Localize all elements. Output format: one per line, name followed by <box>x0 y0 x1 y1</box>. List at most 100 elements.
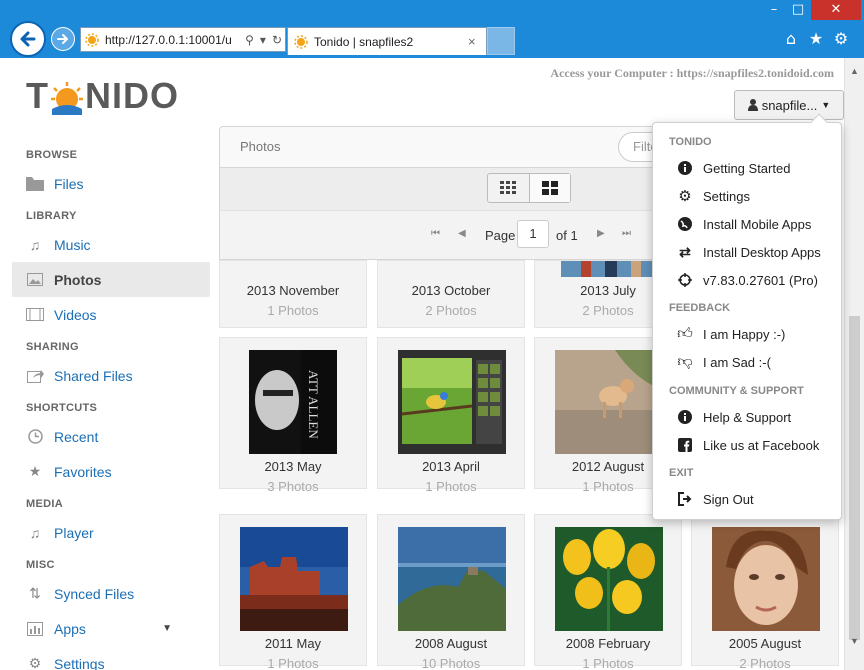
user-dropdown-menu: TONIDO Getting Started ⚙ Settings Instal… <box>652 113 842 520</box>
sidebar-item-apps[interactable]: Apps ▼ <box>12 611 210 646</box>
menu-item-happy[interactable]: 👍︎ I am Happy :-) <box>677 324 785 344</box>
menu-item-install-mobile[interactable]: Install Mobile Apps <box>677 214 811 234</box>
album-thumbnail <box>561 261 657 277</box>
page-scrollbar[interactable]: ▲ ▼ <box>844 58 864 670</box>
scroll-down-icon[interactable]: ▼ <box>850 636 859 646</box>
album-name: 2013 November <box>246 283 340 298</box>
menu-item-facebook[interactable]: Like us at Facebook <box>677 435 819 455</box>
menu-item-sad[interactable]: 👎︎ I am Sad :-( <box>677 352 771 372</box>
user-menu-button[interactable]: snapfile... ▼ <box>734 90 844 120</box>
close-window-button[interactable]: ✕ <box>811 0 861 20</box>
gear-icon: ⚙ <box>28 655 42 670</box>
sidebar-item-favorites[interactable]: ★ Favorites <box>12 454 210 489</box>
sidebar-item-shared-files[interactable]: Shared Files <box>12 358 210 393</box>
address-bar[interactable]: http://127.0.0.1:10001/u ⚲ ▾ ↻ <box>80 27 286 52</box>
album-tile[interactable]: 2008 August 10 Photos <box>377 514 525 670</box>
menu-section-community: COMMUNITY & SUPPORT <box>669 385 804 397</box>
page-number-input[interactable]: 1 <box>517 220 549 248</box>
view-mode-group <box>487 173 571 203</box>
album-tile[interactable]: 2013 October 2 Photos <box>377 260 525 328</box>
next-page-icon[interactable]: ▶ <box>597 228 605 239</box>
globe-icon <box>677 216 693 232</box>
back-button[interactable] <box>10 21 46 57</box>
album-count: 3 Photos <box>267 479 319 494</box>
album-thumbnail <box>398 350 506 454</box>
sidebar-item-label: Music <box>54 236 91 253</box>
first-page-icon[interactable]: ⏮ <box>431 228 440 239</box>
access-url-text: Access your Computer : https://snapfiles… <box>550 66 834 80</box>
sidebar-section-library: LIBRARY <box>26 210 77 222</box>
sidebar-item-label: Synced Files <box>54 585 135 602</box>
album-thumbnail: ATT ALLEN <box>249 350 337 454</box>
close-tab-icon[interactable]: × <box>468 34 486 49</box>
info-icon <box>677 160 693 176</box>
home-icon[interactable]: ⌂ <box>781 29 801 49</box>
tonido-logo: T NIDO <box>26 75 179 116</box>
menu-item-install-desktop[interactable]: ⇄ Install Desktop Apps <box>677 242 821 262</box>
browser-tab[interactable]: Tonido | snapfiles2 × <box>287 27 487 55</box>
album-name: 2008 August <box>414 636 488 651</box>
favorites-star-icon[interactable]: ★ <box>806 29 826 49</box>
album-count: 2 Photos <box>425 303 477 318</box>
scroll-up-icon[interactable]: ▲ <box>850 66 859 76</box>
album-tile[interactable]: 2013 November 1 Photos <box>219 260 367 328</box>
menu-item-sign-out[interactable]: Sign Out <box>677 489 754 509</box>
menu-item-getting-started[interactable]: Getting Started <box>677 158 790 178</box>
sidebar-item-player[interactable]: ♫ Player <box>12 515 210 550</box>
sidebar-item-music[interactable]: ♫ Music <box>12 227 210 262</box>
small-grid-view-button[interactable] <box>488 174 529 202</box>
last-page-icon[interactable]: ⏭ <box>622 228 631 239</box>
prev-page-icon[interactable]: ◀ <box>458 228 466 239</box>
menu-section-exit: EXIT <box>669 467 694 479</box>
gears-icon: ⚙ <box>678 188 692 205</box>
star-icon: ★ <box>28 463 42 479</box>
sidebar-item-synced-files[interactable]: ⇅ Synced Files <box>12 576 210 611</box>
menu-item-help[interactable]: Help & Support <box>677 407 791 427</box>
caret-down-icon: ▼ <box>821 100 831 110</box>
sidebar-item-label: Apps <box>54 620 86 637</box>
menu-item-settings[interactable]: ⚙ Settings <box>677 186 750 206</box>
menu-item-version[interactable]: v7.83.0.27601 (Pro) <box>677 270 818 290</box>
thumbs-down-icon: 👎︎ <box>677 353 693 370</box>
sidebar-item-label: Favorites <box>54 463 112 480</box>
album-count: 1 Photos <box>582 656 634 670</box>
expand-caret-icon[interactable]: ▼ <box>162 623 172 634</box>
large-grid-view-button[interactable] <box>528 174 570 202</box>
bar-chart-icon <box>26 621 44 637</box>
album-tile[interactable]: ATT ALLEN 2013 May 3 Photos <box>219 337 367 494</box>
sidebar-section-misc: MISC <box>26 559 55 571</box>
sidebar-item-recent[interactable]: Recent <box>12 419 210 454</box>
forward-button[interactable] <box>51 27 75 51</box>
tonido-page: T NIDO Access your Computer : https://sn… <box>0 58 864 670</box>
sign-out-icon <box>677 491 693 507</box>
sidebar-item-label: Shared Files <box>54 367 133 384</box>
refresh-icon[interactable]: ↻ <box>272 33 282 47</box>
sidebar-item-photos[interactable]: Photos <box>12 262 210 297</box>
sidebar-item-files[interactable]: Files <box>12 166 210 201</box>
scroll-thumb[interactable] <box>849 316 860 640</box>
maximize-button[interactable]: □ <box>788 0 808 20</box>
album-count: 1 Photos <box>267 303 319 318</box>
sidebar-item-videos[interactable]: Videos <box>12 297 210 332</box>
picture-icon <box>26 272 44 288</box>
facebook-icon <box>677 437 693 453</box>
album-tile[interactable]: 2008 February 1 Photos <box>534 514 682 670</box>
logo-sun-icon <box>51 82 83 115</box>
album-thumbnail <box>712 527 820 631</box>
tab-title: Tonido | snapfiles2 <box>314 34 414 49</box>
sidebar-section-shortcuts: SHORTCUTS <box>26 402 98 414</box>
dropdown-icon[interactable]: ▾ <box>260 33 266 47</box>
grid-small-icon <box>500 181 517 194</box>
url-text[interactable]: http://127.0.0.1:10001/u <box>105 33 242 47</box>
album-tile[interactable]: 2011 May 1 Photos <box>219 514 367 670</box>
album-count: 10 Photos <box>421 656 481 670</box>
album-tile[interactable]: 2013 April 1 Photos <box>377 337 525 494</box>
minimize-button[interactable]: – <box>764 0 784 20</box>
sidebar-item-settings[interactable]: ⚙ Settings <box>12 646 210 670</box>
new-tab-button[interactable] <box>487 27 515 55</box>
search-icon[interactable]: ⚲ <box>245 33 254 47</box>
tools-gear-icon[interactable]: ⚙ <box>831 29 851 49</box>
album-tile[interactable]: 2005 August 2 Photos <box>691 514 839 670</box>
back-arrow-icon <box>20 31 36 47</box>
thumbs-up-icon: 👍︎ <box>677 325 693 342</box>
